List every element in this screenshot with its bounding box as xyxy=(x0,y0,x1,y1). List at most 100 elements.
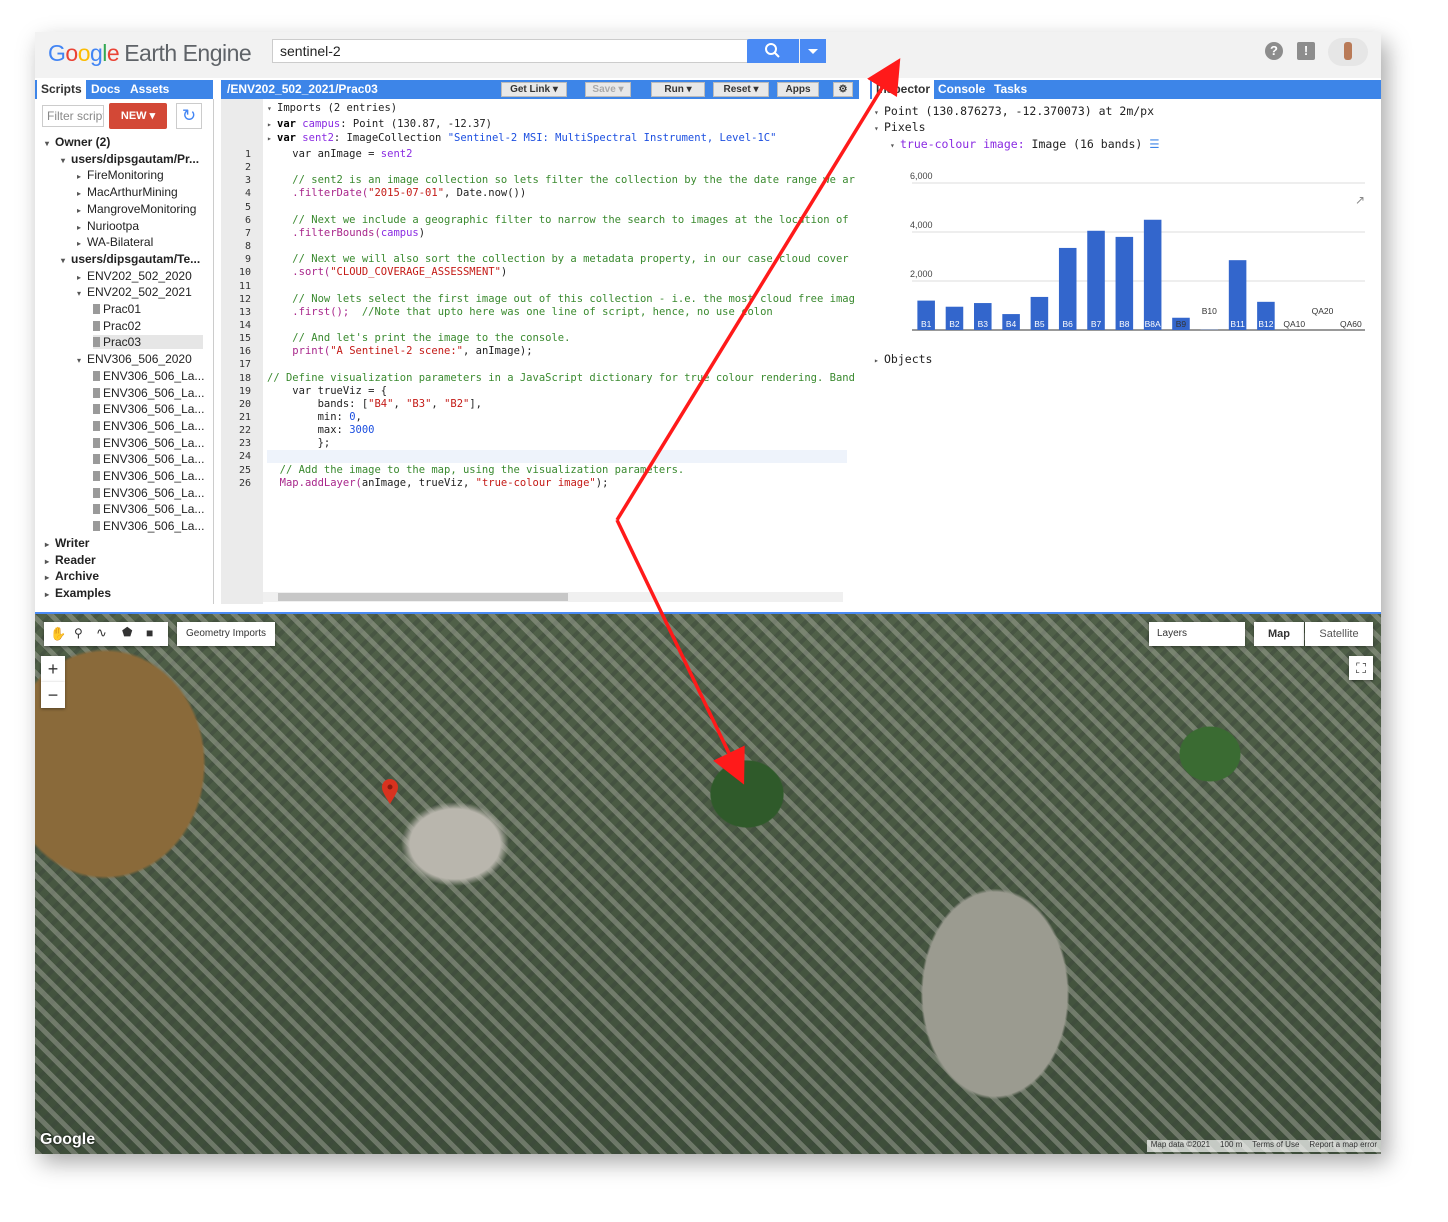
chevron-down-icon[interactable]: ▾ xyxy=(61,256,71,265)
code-editor[interactable]: 1 2 3 4 5 6 7 8 9 10 11 12 13 14 15 16 17 18 19 20 21 22 23 24 2… xyxy=(221,99,859,604)
chevron-right-icon[interactable]: ▸ xyxy=(45,540,55,549)
code-token: ) xyxy=(418,226,426,239)
horizontal-scrollbar[interactable] xyxy=(263,592,843,602)
tree-item[interactable]: ENV306_506_La... xyxy=(93,452,204,466)
tree-item[interactable]: ENV306_506_La... xyxy=(93,469,204,483)
location-marker-icon[interactable] xyxy=(381,779,399,805)
tree-item[interactable]: ▸ MangroveMonitoring xyxy=(77,202,196,216)
get-link-button[interactable]: Get Link ▾ xyxy=(501,82,567,97)
avatar[interactable] xyxy=(1328,38,1368,66)
imports-header[interactable]: ▾ Imports (2 entries) xyxy=(267,102,397,114)
line-icon[interactable]: ∿ xyxy=(96,625,107,641)
tree-item[interactable]: ENV306_506_La... xyxy=(93,419,204,433)
chevron-right-icon[interactable]: ▸ xyxy=(77,273,87,282)
save-button[interactable]: Save ▾ xyxy=(585,82,631,97)
new-button[interactable]: NEW ▾ xyxy=(109,103,167,129)
tree-item[interactable]: ENV306_506_La... xyxy=(93,486,204,500)
code-line: min: 0, xyxy=(267,411,362,423)
tree-item[interactable]: ENV306_506_La... xyxy=(93,386,204,400)
tree-item[interactable]: ENV306_506_La... xyxy=(93,502,204,516)
chevron-right-icon[interactable]: ▸ xyxy=(45,573,55,582)
satellite-type-button[interactable]: Satellite xyxy=(1305,622,1373,646)
help-icon[interactable]: ? xyxy=(1265,42,1283,60)
tree-item[interactable]: ▾ ENV202_502_2021 xyxy=(77,285,192,299)
code-token: }; xyxy=(267,437,331,450)
chevron-right-icon[interactable]: ▸ xyxy=(45,590,55,599)
search-input[interactable]: sentinel-2 xyxy=(272,39,748,63)
tab-scripts[interactable]: Scripts xyxy=(37,80,86,99)
tab-tasks[interactable]: Tasks xyxy=(990,80,1031,99)
bar-label: B6 xyxy=(1063,319,1074,329)
tree-item[interactable]: ▾ Owner (2) xyxy=(45,135,110,149)
tree-item[interactable]: ▾ users/dipsgautam/Pr... xyxy=(61,152,199,166)
code-token: "CLOUD_COVERAGE_ASSESSMENT" xyxy=(330,266,501,279)
chevron-down-icon[interactable]: ▾ xyxy=(61,156,71,165)
app-logo[interactable]: Google Earth Engine xyxy=(48,40,252,67)
popout-icon[interactable]: ↗ xyxy=(1355,193,1365,207)
tree-item[interactable]: ENV306_506_La... xyxy=(93,402,204,416)
tree-item[interactable]: ENV306_506_La... xyxy=(93,519,204,533)
tree-item[interactable]: Prac03 xyxy=(93,335,203,350)
point-info[interactable]: ▾ Point (130.876273, -12.370073) at 2m/px xyxy=(874,104,1154,118)
list-icon[interactable]: ☰ xyxy=(1149,137,1159,151)
filter-scripts-input[interactable]: Filter scripts xyxy=(42,105,104,127)
tree-item[interactable]: ▸ Nuriootpa xyxy=(77,219,139,233)
tree-item[interactable]: ▸ Examples xyxy=(45,586,111,600)
tree-item[interactable]: Prac02 xyxy=(93,319,141,333)
objects-section[interactable]: ▸ Objects xyxy=(874,352,932,366)
tab-console[interactable]: Console xyxy=(934,80,989,99)
import-sent2[interactable]: ▸ var sent2: ImageCollection "Sentinel-2 … xyxy=(267,132,776,144)
chevron-right-icon[interactable]: ▸ xyxy=(77,189,87,198)
chevron-right-icon[interactable]: ▸ xyxy=(77,206,87,215)
tree-item[interactable]: ▸ FireMonitoring xyxy=(77,168,164,182)
new-label: NEW xyxy=(120,110,147,122)
chevron-down-icon[interactable]: ▾ xyxy=(77,356,87,365)
tree-item[interactable]: ENV306_506_La... xyxy=(93,436,204,450)
search-button[interactable] xyxy=(747,39,799,63)
marker-icon[interactable]: ⚲ xyxy=(74,626,83,640)
run-button[interactable]: Run ▾ xyxy=(651,82,705,97)
hand-icon[interactable]: ✋ xyxy=(50,626,66,642)
chevron-down-icon[interactable]: ▾ xyxy=(45,139,55,148)
tree-item[interactable]: ▸ Archive xyxy=(45,569,99,583)
zoom-in-button[interactable]: + xyxy=(41,656,65,682)
tree-item[interactable]: ▸ ENV202_502_2020 xyxy=(77,269,192,283)
pixels-section[interactable]: ▾ Pixels xyxy=(874,120,926,134)
code-token: ], xyxy=(469,397,483,410)
tab-docs[interactable]: Docs xyxy=(87,80,124,99)
chevron-down-icon[interactable]: ▾ xyxy=(77,289,87,298)
tree-item[interactable]: ▸ Reader xyxy=(45,553,96,567)
tab-assets[interactable]: Assets xyxy=(126,80,173,99)
map-view[interactable]: ✋ ⚲ ∿ ⬟ ■ Geometry Imports Layers Map Sa… xyxy=(35,612,1381,1154)
tree-item[interactable]: ▾ users/dipsgautam/Te... xyxy=(61,252,200,266)
feedback-icon[interactable]: ! xyxy=(1297,42,1315,60)
refresh-icon[interactable]: ↻ xyxy=(176,103,202,129)
settings-gear-icon[interactable]: ⚙ xyxy=(833,82,853,97)
fullscreen-icon[interactable]: ⛶ xyxy=(1349,656,1373,680)
file-icon xyxy=(93,404,100,415)
tree-item[interactable]: ▾ ENV306_506_2020 xyxy=(77,352,192,366)
tree-item[interactable]: ▸ Writer xyxy=(45,536,89,550)
rectangle-icon[interactable]: ■ xyxy=(146,626,153,640)
tree-item[interactable]: ▸ WA-Bilateral xyxy=(77,235,153,249)
zoom-out-button[interactable]: − xyxy=(41,682,65,708)
map-type-button[interactable]: Map xyxy=(1254,622,1304,646)
layers-button[interactable]: Layers xyxy=(1149,622,1245,646)
tab-inspector[interactable]: Inspector xyxy=(872,80,935,99)
geometry-imports-button[interactable]: Geometry Imports xyxy=(177,622,275,646)
tree-item[interactable]: ENV306_506_La... xyxy=(93,369,204,383)
chevron-right-icon[interactable]: ▸ xyxy=(77,172,87,181)
polygon-icon[interactable]: ⬟ xyxy=(122,625,132,639)
import-campus[interactable]: ▸ var campus: Point (130.87, -12.37) xyxy=(267,118,492,130)
apps-button[interactable]: Apps xyxy=(777,82,819,97)
search-dropdown-button[interactable] xyxy=(800,39,826,63)
report-error-link[interactable]: Report a map error xyxy=(1309,1140,1377,1152)
reset-button[interactable]: Reset ▾ xyxy=(713,82,769,97)
tree-item[interactable]: ▸ MacArthurMining xyxy=(77,185,178,199)
chevron-right-icon[interactable]: ▸ xyxy=(77,223,87,232)
chevron-right-icon[interactable]: ▸ xyxy=(77,239,87,248)
terms-link[interactable]: Terms of Use xyxy=(1252,1140,1299,1152)
tree-item[interactable]: Prac01 xyxy=(93,302,141,316)
chevron-right-icon[interactable]: ▸ xyxy=(45,557,55,566)
layer-entry[interactable]: ▾ true-colour image: Image (16 bands) ☰ xyxy=(890,137,1160,151)
